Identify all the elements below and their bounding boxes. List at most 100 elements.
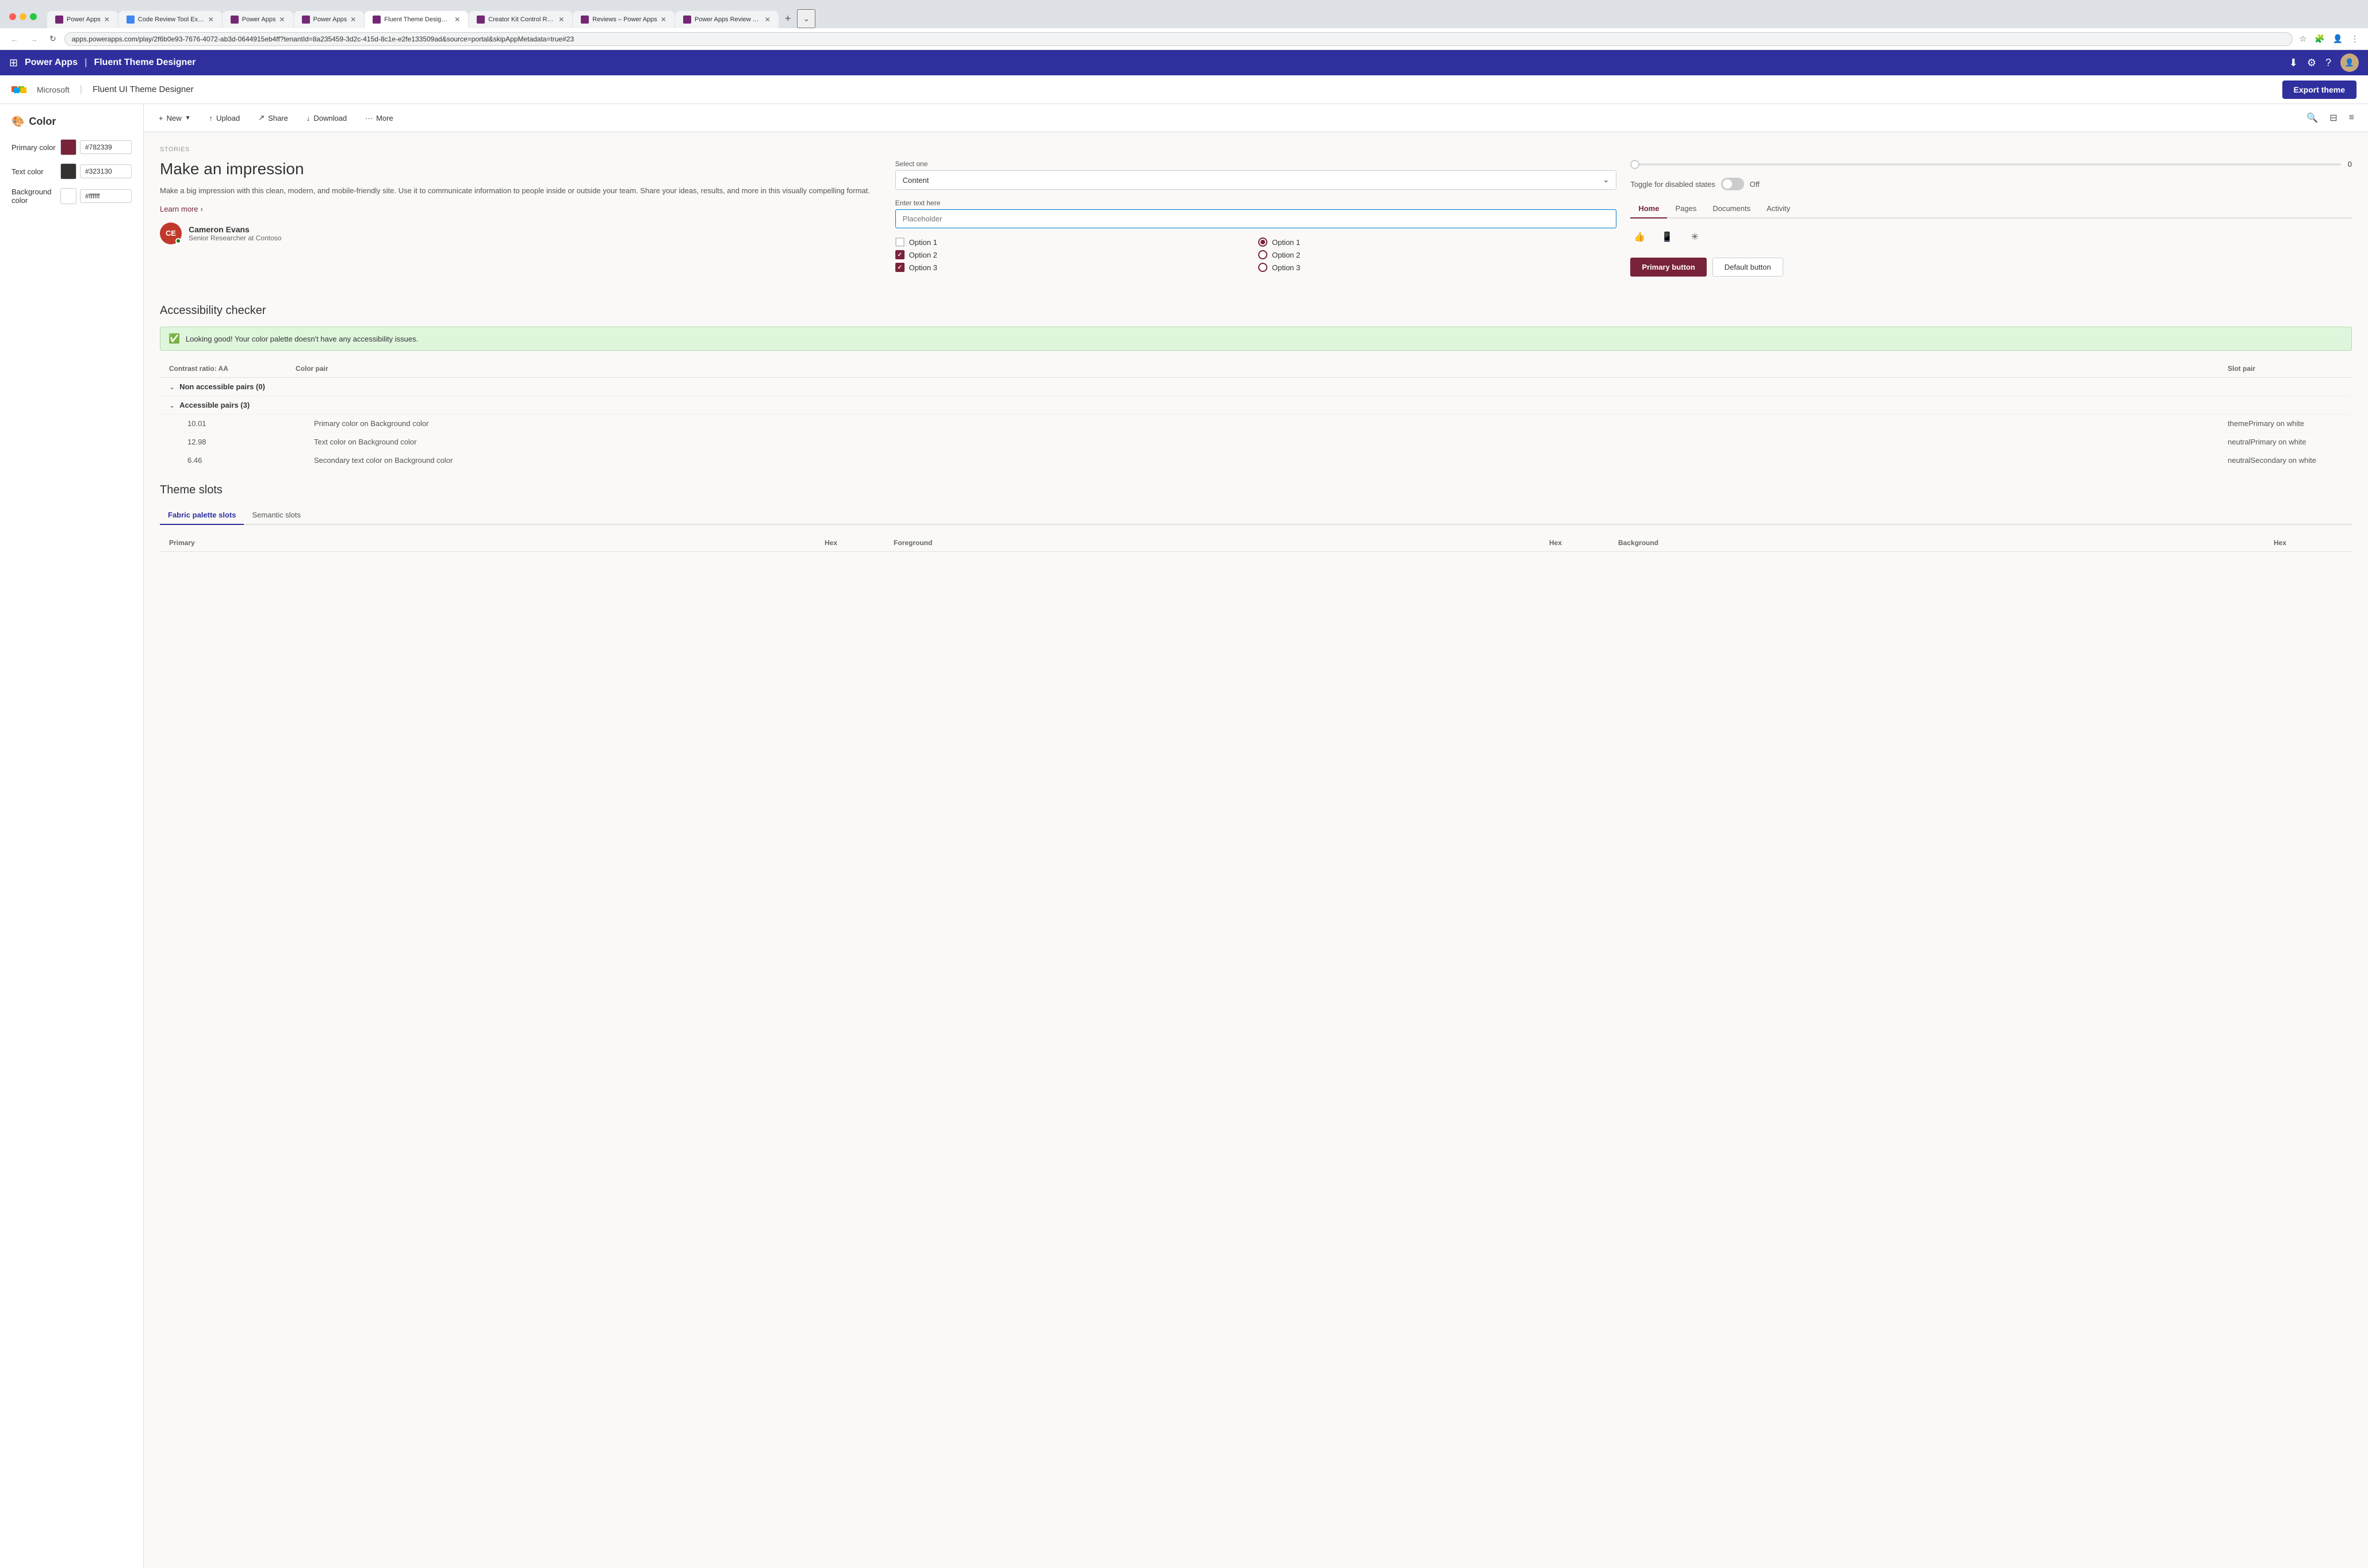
toolbar-list-icon[interactable]: ≡ [2347, 110, 2356, 126]
semantic-tab[interactable]: Semantic slots [244, 506, 309, 525]
toggle-control[interactable] [1721, 178, 1744, 190]
bookmark-icon[interactable]: ☆ [2297, 32, 2309, 46]
background-color-input[interactable] [80, 189, 132, 203]
new-label: New [167, 114, 182, 122]
tab-close-8[interactable]: ✕ [765, 16, 771, 24]
tab-close-3[interactable]: ✕ [279, 16, 285, 24]
learn-more-link[interactable]: Learn more › [160, 205, 882, 213]
toolbar-filter-icon[interactable]: ⊟ [2327, 110, 2339, 126]
tab-home[interactable]: Home [1630, 200, 1667, 218]
new-chevron-icon: ▼ [185, 115, 191, 121]
profile-icon[interactable]: 👤 [2331, 32, 2345, 46]
toggle-thumb [1723, 179, 1732, 189]
tab-reviews[interactable]: Reviews – Power Apps ✕ [573, 11, 675, 28]
tab-activity[interactable]: Activity [1758, 200, 1798, 218]
tab-code-review[interactable]: Code Review Tool Experim... ✕ [118, 11, 222, 28]
non-accessible-chevron-icon: ⌄ [169, 383, 175, 391]
tool-header: Microsoft | Fluent UI Theme Designer Exp… [0, 75, 2368, 104]
tab-close-6[interactable]: ✕ [558, 16, 564, 24]
more-icon: ··· [365, 114, 373, 122]
tab-close-4[interactable]: ✕ [350, 16, 356, 24]
default-button[interactable]: Default button [1712, 258, 1783, 277]
user-title: Senior Researcher at Contoso [189, 234, 281, 242]
export-theme-button[interactable]: Export theme [2282, 80, 2356, 99]
tab-close-7[interactable]: ✕ [661, 16, 666, 24]
reload-button[interactable]: ↻ [46, 32, 60, 46]
primary-button[interactable]: Primary button [1630, 258, 1706, 277]
checkbox-2[interactable]: ✓ [895, 250, 905, 259]
primary-color-input[interactable] [80, 140, 132, 154]
tab-favicon-3 [231, 16, 239, 24]
text-input-field[interactable] [895, 209, 1617, 228]
checkbox-1[interactable] [895, 237, 905, 247]
thumbs-up-icon[interactable]: 👍 [1630, 228, 1649, 246]
text-color-input[interactable] [80, 164, 132, 178]
tab-chevron-button[interactable]: ⌄ [797, 9, 815, 28]
nav-bar: ← → ↻ ☆ 🧩 👤 ⋮ [0, 28, 2368, 50]
online-indicator [175, 238, 181, 244]
accessible-data-row-1: 10.01 Primary color on Background color … [160, 415, 2352, 433]
select-dropdown[interactable]: Content ⌄ [895, 170, 1617, 190]
tab-pages[interactable]: Pages [1667, 200, 1704, 218]
more-button[interactable]: ··· More [362, 112, 397, 125]
accessible-chevron-icon: ⌄ [169, 401, 175, 409]
accessible-row[interactable]: ⌄ Accessible pairs (3) [160, 396, 2352, 415]
url-bar[interactable] [64, 32, 2293, 46]
add-tab-button[interactable]: + [779, 9, 797, 28]
background-color-swatch[interactable] [60, 188, 76, 204]
back-button[interactable]: ← [7, 32, 22, 46]
new-button[interactable]: + New ▼ [155, 112, 194, 125]
ms-label: Microsoft [37, 85, 70, 94]
non-accessible-row[interactable]: ⌄ Non accessible pairs (0) [160, 378, 2352, 396]
checkmark-2: ✓ [897, 252, 902, 258]
tab-fluent-designer[interactable]: Fluent Theme Designer - ... ✕ [365, 11, 468, 28]
slider-input[interactable] [1630, 163, 2340, 166]
share-button[interactable]: ↗ Share [255, 111, 292, 125]
minimize-dot[interactable] [20, 13, 26, 20]
apps-grid-icon[interactable]: ⊞ [9, 57, 18, 69]
button-row: Primary button Default button [1630, 258, 2352, 277]
asterisk-icon[interactable]: ✳ [1685, 228, 1704, 246]
app-name-label: Fluent Theme Designer [94, 57, 196, 68]
radio-3[interactable] [1258, 263, 1267, 272]
checkbox-3[interactable]: ✓ [895, 263, 905, 272]
fabric-tab[interactable]: Fabric palette slots [160, 506, 244, 525]
app-header: ⊞ Power Apps | Fluent Theme Designer ⬇ ⚙… [0, 50, 2368, 75]
toolbar-search-icon[interactable]: 🔍 [2304, 110, 2320, 126]
browser-chrome: Power Apps ✕ Code Review Tool Experim...… [0, 0, 2368, 50]
radio-label-2: Option 2 [1272, 251, 1300, 259]
radio-1[interactable] [1258, 237, 1267, 247]
more-options-icon[interactable]: ⋮ [2348, 32, 2361, 46]
user-avatar[interactable]: 👤 [2340, 53, 2359, 72]
tab-creator-kit[interactable]: Creator Kit Control Refere... ✕ [469, 11, 572, 28]
tab-power-apps-3[interactable]: Power Apps ✕ [294, 11, 365, 28]
contrast-header: Contrast ratio: AA [169, 365, 296, 373]
primary-color-swatch[interactable] [60, 139, 76, 155]
color-pair-header: Color pair [296, 365, 2228, 373]
close-dot[interactable] [9, 13, 16, 20]
theme-header-hex-3: Hex [2274, 539, 2343, 547]
mobile-icon[interactable]: 📱 [1658, 228, 1676, 246]
theme-header-background: Background [1618, 539, 2274, 547]
download-button[interactable]: ↓ Download [303, 112, 350, 125]
accessible-data-row-2: 12.98 Text color on Background color neu… [160, 433, 2352, 451]
tab-review-tool[interactable]: Power Apps Review Tool -... ✕ [675, 11, 779, 28]
settings-icon[interactable]: ⚙ [2307, 57, 2316, 69]
upload-button[interactable]: ↑ Upload [206, 112, 244, 125]
extensions-icon[interactable]: 🧩 [2312, 32, 2327, 46]
tab-close-1[interactable]: ✕ [104, 16, 110, 24]
tab-power-apps-1[interactable]: Power Apps ✕ [47, 11, 118, 28]
toggle-state: Off [1750, 180, 1760, 189]
download-label: Download [313, 114, 347, 122]
tab-power-apps-2[interactable]: Power Apps ✕ [223, 11, 293, 28]
maximize-dot[interactable] [30, 13, 37, 20]
forward-button[interactable]: → [26, 32, 41, 46]
download-icon[interactable]: ⬇ [2289, 57, 2298, 69]
color-pair-3: Secondary text color on Background color [314, 456, 2228, 465]
help-icon[interactable]: ? [2325, 57, 2331, 69]
tab-close-5[interactable]: ✕ [454, 16, 460, 24]
radio-2[interactable] [1258, 250, 1267, 259]
tab-close-2[interactable]: ✕ [208, 16, 214, 24]
text-color-swatch[interactable] [60, 163, 76, 179]
tab-documents[interactable]: Documents [1704, 200, 1758, 218]
